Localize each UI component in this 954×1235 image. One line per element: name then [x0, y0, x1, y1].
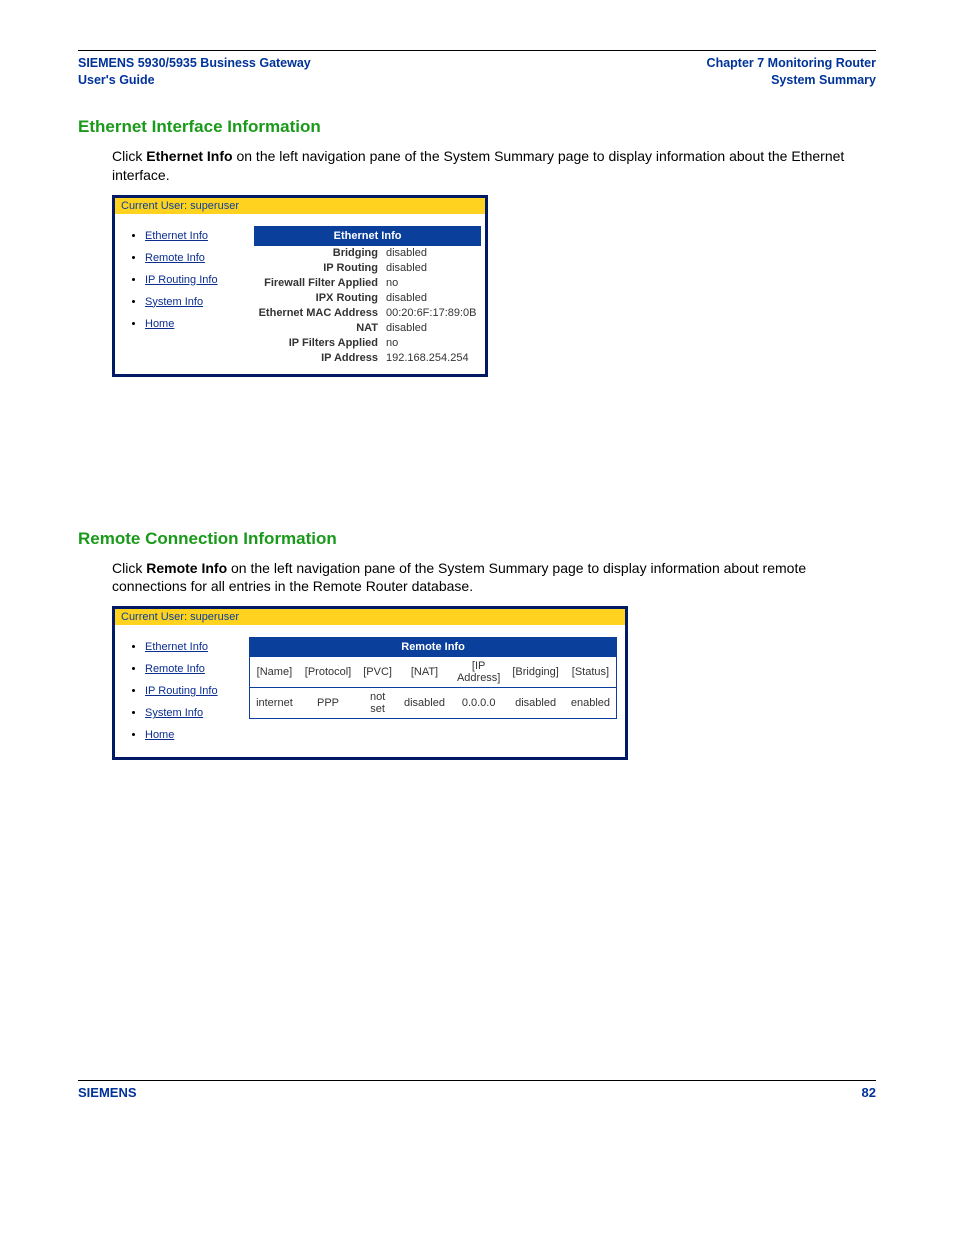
remote-col-header: [IP Address]	[451, 657, 506, 688]
ethernet-info-table: Ethernet Info BridgingdisabledIP Routing…	[254, 226, 481, 366]
nav-link-system-info[interactable]: System Info	[145, 707, 203, 719]
eth-label: IP Routing	[255, 261, 382, 276]
nav-link-remote-info[interactable]: Remote Info	[145, 252, 205, 264]
remote-cell: not set	[357, 688, 398, 719]
remote-cell: disabled	[506, 688, 564, 719]
remote-cell: internet	[250, 688, 299, 719]
nav-link-home[interactable]: Home	[145, 729, 174, 741]
eth-label: Firewall Filter Applied	[255, 276, 382, 291]
eth-value: 192.168.254.254	[382, 351, 481, 366]
eth-value: disabled	[382, 291, 481, 306]
remote-col-header: [Bridging]	[506, 657, 564, 688]
footer-left: SIEMENS	[78, 1085, 137, 1100]
page-header: SIEMENS 5930/5935 Business Gateway User'…	[78, 55, 876, 89]
remote-cell: PPP	[299, 688, 357, 719]
section1-paragraph: Click Ethernet Info on the left navigati…	[112, 147, 876, 185]
section1-heading: Ethernet Interface Information	[78, 117, 876, 137]
eth-label: NAT	[255, 321, 382, 336]
table-row: internetPPPnot setdisabled0.0.0.0disable…	[250, 688, 617, 719]
remote-col-header: [PVC]	[357, 657, 398, 688]
footer-page-number: 82	[862, 1085, 876, 1100]
eth-label: IPX Routing	[255, 291, 382, 306]
eth-label: Bridging	[255, 245, 382, 261]
nav-pane: Ethernet Info Remote Info IP Routing Info S…	[115, 625, 249, 757]
nav-pane: Ethernet Info Remote Info IP Routing Info S…	[115, 214, 254, 374]
eth-value: 00:20:6F:17:89:0B	[382, 306, 481, 321]
remote-cell: 0.0.0.0	[451, 688, 506, 719]
remote-cell: disabled	[398, 688, 451, 719]
ethernet-info-title: Ethernet Info	[255, 226, 481, 245]
nav-link-ethernet-info[interactable]: Ethernet Info	[145, 230, 208, 242]
remote-info-title: Remote Info	[250, 638, 617, 657]
remote-info-table: Remote Info [Name][Protocol][PVC][NAT][I…	[249, 637, 617, 719]
eth-value: no	[382, 336, 481, 351]
remote-cell: enabled	[565, 688, 617, 719]
current-user-bar: Current User: superuser	[115, 609, 625, 625]
header-left-line2: User's Guide	[78, 72, 311, 89]
nav-link-home[interactable]: Home	[145, 318, 174, 330]
eth-label: IP Filters Applied	[255, 336, 382, 351]
header-right-line1: Chapter 7 Monitoring Router	[707, 55, 876, 72]
eth-value: no	[382, 276, 481, 291]
remote-col-header: [Status]	[565, 657, 617, 688]
remote-col-header: [Protocol]	[299, 657, 357, 688]
nav-link-remote-info[interactable]: Remote Info	[145, 663, 205, 675]
eth-value: disabled	[382, 245, 481, 261]
eth-label: Ethernet MAC Address	[255, 306, 382, 321]
nav-link-ip-routing-info[interactable]: IP Routing Info	[145, 274, 218, 286]
eth-value: disabled	[382, 321, 481, 336]
header-right-line2: System Summary	[707, 72, 876, 89]
nav-link-ethernet-info[interactable]: Ethernet Info	[145, 641, 208, 653]
nav-link-system-info[interactable]: System Info	[145, 296, 203, 308]
page-footer: SIEMENS 82	[78, 1085, 876, 1100]
eth-label: IP Address	[255, 351, 382, 366]
nav-link-ip-routing-info[interactable]: IP Routing Info	[145, 685, 218, 697]
section2-heading: Remote Connection Information	[78, 529, 876, 549]
remote-info-screenshot: Current User: superuser Ethernet Info Rem…	[112, 606, 628, 760]
section2-paragraph: Click Remote Info on the left navigation…	[112, 559, 876, 597]
header-left-line1: SIEMENS 5930/5935 Business Gateway	[78, 55, 311, 72]
ethernet-info-screenshot: Current User: superuser Ethernet Info Rem…	[112, 195, 488, 377]
remote-col-header: [NAT]	[398, 657, 451, 688]
current-user-bar: Current User: superuser	[115, 198, 485, 214]
remote-col-header: [Name]	[250, 657, 299, 688]
eth-value: disabled	[382, 261, 481, 276]
